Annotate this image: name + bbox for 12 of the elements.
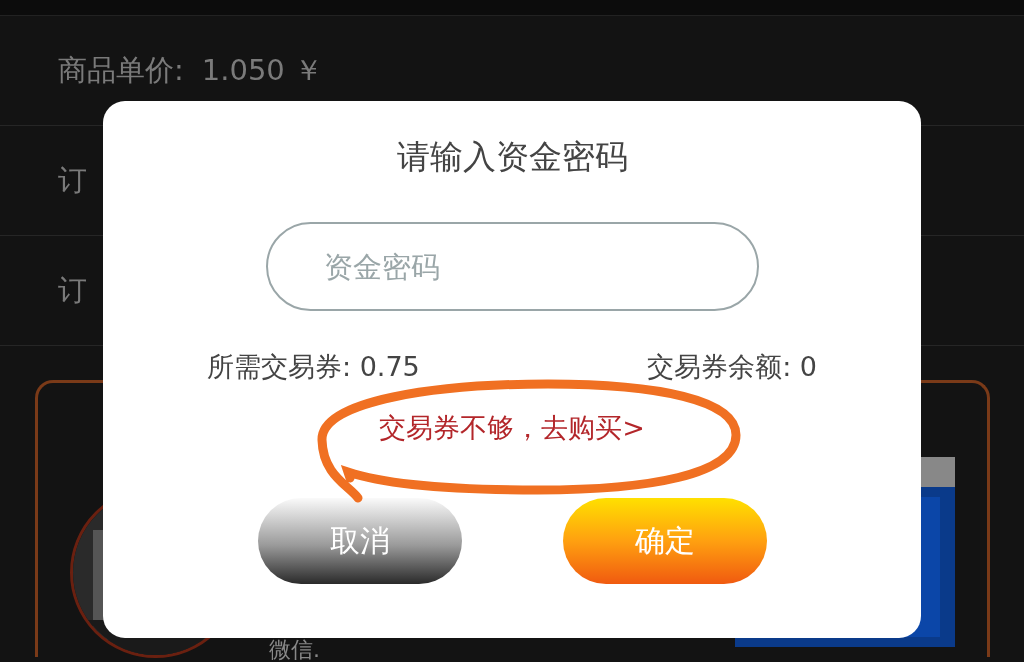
row-label: 订 — [58, 161, 87, 199]
cancel-button[interactable]: 取消 — [257, 498, 462, 584]
dialog-title: 请输入资金密码 — [396, 136, 628, 178]
row-value: 1.050 ￥ — [201, 51, 324, 89]
voucher-balance: 交易券余额: 0 — [647, 350, 817, 384]
confirm-button[interactable]: 确定 — [562, 498, 767, 584]
buy-link[interactable]: 交易券不够，去购买> — [379, 410, 645, 446]
row-label: 商品单价: — [58, 51, 184, 89]
required-vouchers: 所需交易券: 0.75 — [207, 350, 420, 384]
card-text: 微信. — [269, 639, 321, 661]
row-label: 订 — [58, 271, 87, 309]
password-field[interactable]: 资金密码 — [265, 222, 759, 311]
